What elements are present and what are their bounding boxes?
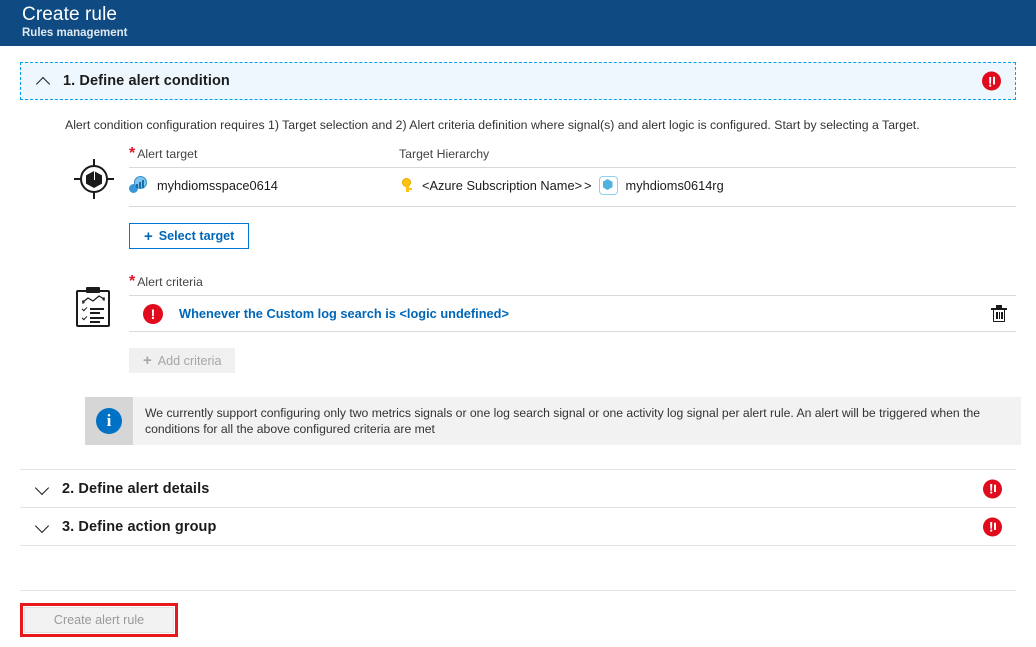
delete-icon[interactable] — [990, 305, 1008, 323]
info-banner: i We currently support configuring only … — [85, 397, 1021, 445]
log-analytics-workspace-icon — [129, 176, 147, 194]
alert-target-resource-name: myhdiomsspace0614 — [157, 178, 278, 193]
chevron-down-icon[interactable] — [34, 519, 50, 535]
error-glyph: ! — [989, 482, 994, 496]
error-glyph: ! — [988, 74, 993, 88]
alert-criteria-label: Alert criteria — [137, 275, 203, 289]
clipboard-criteria-icon — [76, 287, 112, 327]
required-marker-criteria: * — [129, 273, 135, 290]
alert-criteria-labels: *Alert criteria — [129, 273, 1016, 291]
target-hierarchy-label: Target Hierarchy — [399, 147, 489, 161]
criteria-error-icon: ! — [143, 304, 163, 324]
error-glyph: ! — [151, 307, 156, 321]
section3-title: 3. Define action group — [62, 519, 216, 535]
section2-error-badge: ! — [983, 479, 1002, 498]
select-target-label: Select target — [159, 229, 235, 243]
add-criteria-label: Add criteria — [158, 354, 222, 368]
alert-criteria-main: *Alert criteria ! Whenever the Custom lo… — [123, 273, 1016, 373]
section-header-define-alert-details[interactable]: 2. Define alert details ! — [20, 469, 1016, 507]
alert-criteria-block: *Alert criteria ! Whenever the Custom lo… — [20, 273, 1016, 373]
page-body: 1. Define alert condition ! Alert condit… — [0, 62, 1036, 546]
plus-icon: + — [143, 353, 152, 368]
resource-group-icon — [599, 176, 618, 195]
section-header-define-action-group[interactable]: 3. Define action group ! — [20, 507, 1016, 545]
plus-icon: + — [144, 229, 153, 244]
sparkline-icon — [82, 295, 105, 304]
create-button-annotation: Create alert rule — [20, 603, 178, 637]
info-icon-box: i — [85, 397, 133, 445]
page-header: Create rule Rules management — [0, 0, 1036, 46]
page-subtitle: Rules management — [22, 26, 1036, 41]
key-icon — [399, 177, 415, 193]
required-marker: * — [129, 145, 135, 162]
subscription-name: <Azure Subscription Name> — [422, 178, 582, 193]
target-crosshair-icon — [74, 159, 114, 199]
criteria-icon-wrap — [65, 273, 123, 373]
alert-target-values: myhdiomsspace0614 <Azure Subscription Na… — [129, 168, 1016, 202]
criteria-row[interactable]: ! Whenever the Custom log search is <log… — [129, 296, 1016, 332]
section3-error-badge: ! — [983, 517, 1002, 536]
target-icon-wrap — [65, 145, 123, 249]
page-title: Create rule — [22, 3, 1036, 27]
alert-target-block: *Alert target Target Hierarchy — [20, 145, 1016, 249]
create-rule-page: Create rule Rules management 1. Define a… — [0, 0, 1036, 647]
alert-target-labels: *Alert target Target Hierarchy — [129, 145, 1016, 163]
section1-error-badge: ! — [982, 72, 1001, 91]
section1-description: Alert condition configuration requires 1… — [65, 117, 1016, 133]
page-footer: Create alert rule — [20, 590, 1016, 647]
chevron-down-icon[interactable] — [34, 481, 50, 497]
resource-group-name: myhdioms0614rg — [626, 178, 724, 193]
section1-title: 1. Define alert condition — [63, 73, 230, 89]
chevron-up-icon[interactable] — [35, 73, 51, 89]
hierarchy-separator: > — [584, 178, 591, 193]
info-icon: i — [96, 408, 122, 434]
error-glyph: ! — [989, 520, 994, 534]
section1-body: Alert condition configuration requires 1… — [0, 117, 1036, 469]
add-criteria-button[interactable]: + Add criteria — [129, 348, 235, 373]
alert-target-main: *Alert target Target Hierarchy — [123, 145, 1016, 249]
divider-bottom — [129, 206, 1016, 207]
select-target-button[interactable]: + Select target — [129, 223, 249, 249]
section2-title: 2. Define alert details — [62, 481, 209, 497]
create-alert-rule-button[interactable]: Create alert rule — [24, 607, 174, 633]
info-banner-text: We currently support configuring only tw… — [133, 397, 1021, 445]
section-bottom-divider — [20, 545, 1016, 546]
alert-target-label: Alert target — [137, 147, 197, 161]
section-header-define-alert-condition[interactable]: 1. Define alert condition ! — [20, 62, 1016, 100]
criteria-link[interactable]: Whenever the Custom log search is <logic… — [179, 306, 990, 321]
